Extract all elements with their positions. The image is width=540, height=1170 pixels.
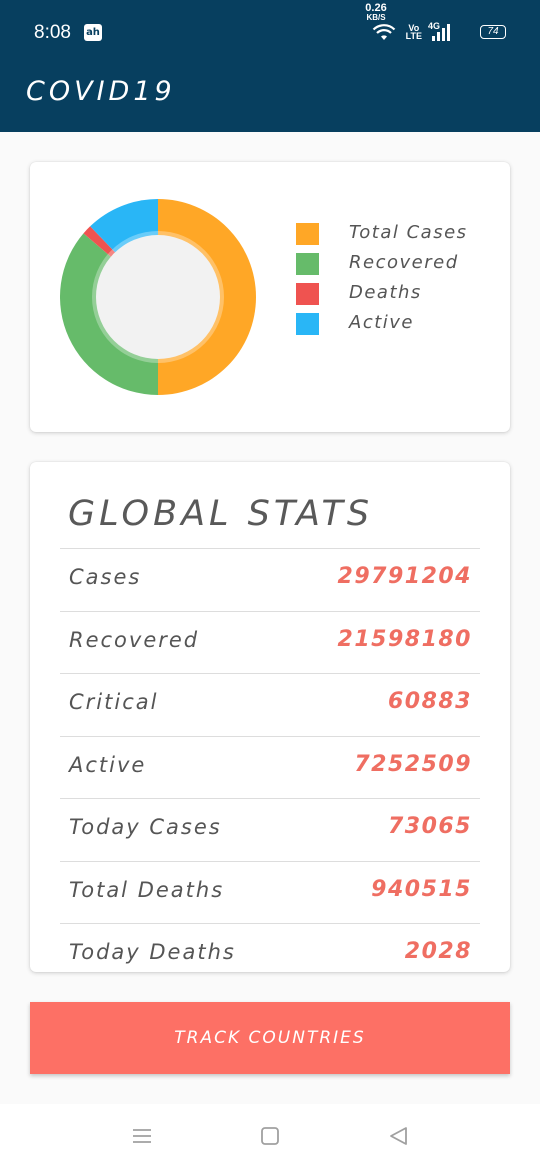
- stat-label: Critical: [69, 690, 159, 714]
- donut-hole: [96, 235, 220, 359]
- legend-swatch: [296, 253, 319, 275]
- home-icon[interactable]: [259, 1126, 281, 1146]
- stats-list[interactable]: Cases 29791204 Recovered 21598180 Critic…: [60, 548, 480, 972]
- chart-card: Total Cases Recovered Deaths Active: [30, 162, 510, 432]
- legend-swatch: [296, 223, 319, 245]
- system-nav-bar: [0, 1104, 540, 1170]
- volte-indicator: Vo LTE: [405, 24, 422, 41]
- stat-value: 29791204: [337, 564, 472, 589]
- stat-row-today-cases: Today Cases 73065: [60, 798, 480, 861]
- stat-row-cases: Cases 29791204: [60, 548, 480, 611]
- battery-icon: 74: [480, 25, 506, 39]
- legend-swatch: [296, 283, 319, 305]
- app-toolbar: COVID19: [0, 62, 540, 132]
- stat-label: Cases: [69, 565, 142, 589]
- back-icon[interactable]: [387, 1126, 409, 1146]
- legend-label: Total Cases: [349, 222, 468, 243]
- stat-row-critical: Critical 60883: [60, 673, 480, 736]
- stat-row-total-deaths: Total Deaths 940515: [60, 860, 480, 924]
- stat-label: Today Deaths: [69, 940, 236, 964]
- legend-label: Active: [349, 312, 414, 333]
- stat-row-active: Active 7252509: [60, 735, 480, 799]
- global-stats-card[interactable]: GLOBAL STATS Cases 29791204 Recovered 21…: [30, 462, 510, 972]
- status-bar: 8:08 ah 0.26 KB/S Vo LTE 4G 74: [0, 0, 540, 62]
- signal-icon: [432, 24, 450, 41]
- stat-label: Today Cases: [69, 815, 222, 839]
- stat-label: Active: [69, 752, 147, 777]
- stat-value: 60883: [387, 689, 472, 714]
- donut-chart: [60, 199, 256, 395]
- menu-icon[interactable]: [131, 1126, 153, 1146]
- legend-label: Recovered: [349, 252, 459, 273]
- volte-bottom: LTE: [405, 31, 422, 41]
- stat-label: Recovered: [69, 627, 200, 652]
- legend-label: Deaths: [349, 282, 422, 303]
- stat-row-recovered: Recovered 21598180: [60, 610, 480, 674]
- stat-value: 7252509: [354, 751, 472, 777]
- stat-row-today-deaths: Today Deaths 2028: [60, 923, 480, 972]
- track-countries-button[interactable]: TRACK COUNTRIES: [30, 1002, 510, 1074]
- battery-level: 74: [487, 26, 499, 37]
- stat-label: Total Deaths: [69, 877, 225, 902]
- stat-value: 940515: [371, 876, 472, 902]
- stat-value: 73065: [387, 814, 472, 839]
- signal-indicator: 4G: [428, 21, 462, 43]
- stat-value: 2028: [404, 939, 472, 964]
- legend-swatch: [296, 313, 319, 335]
- app-title: COVID19: [26, 76, 176, 107]
- wifi-icon: [372, 24, 396, 40]
- stat-value: 21598180: [337, 626, 472, 652]
- stats-title: GLOBAL STATS: [68, 494, 374, 534]
